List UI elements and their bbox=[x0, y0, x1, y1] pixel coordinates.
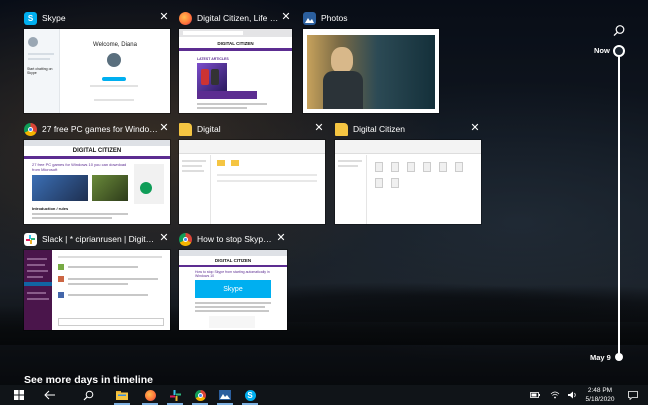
skype-button bbox=[102, 77, 126, 81]
sidebar-text: Start chatting on Skype bbox=[27, 67, 53, 75]
skype-icon: S bbox=[24, 11, 37, 25]
skype-banner: Skype bbox=[195, 280, 271, 298]
ad-box bbox=[209, 316, 255, 328]
close-button[interactable]: ✕ bbox=[158, 233, 170, 245]
close-button[interactable]: ✕ bbox=[313, 123, 325, 135]
window-thumbnail[interactable] bbox=[335, 140, 481, 224]
card-title: Digital bbox=[197, 124, 221, 134]
card-header: Slack | * ciprianrusen | Digital Citizen… bbox=[24, 230, 170, 248]
card-title: How to stop Skype from... bbox=[197, 234, 275, 244]
window-thumbnail[interactable]: Start chatting on Skype Welcome, Diana bbox=[24, 29, 170, 113]
article-image-2 bbox=[92, 175, 128, 201]
close-button[interactable]: ✕ bbox=[158, 12, 170, 24]
firefox-icon[interactable] bbox=[140, 385, 160, 405]
search-icon[interactable] bbox=[78, 385, 98, 405]
battery-icon[interactable] bbox=[528, 385, 542, 405]
close-button[interactable]: ✕ bbox=[280, 12, 292, 24]
folder-icon bbox=[335, 122, 348, 136]
section-label: LATEST ARTICLES bbox=[197, 57, 229, 61]
close-button[interactable]: ✕ bbox=[275, 233, 287, 245]
volume-icon[interactable] bbox=[566, 385, 580, 405]
timeline-date-label: May 9 bbox=[590, 353, 611, 362]
timeline-date-marker[interactable] bbox=[615, 353, 623, 361]
window-thumbnail[interactable]: DIGITAL CITIZEN How to stop Skype from s… bbox=[179, 250, 287, 330]
slack-icon bbox=[24, 232, 37, 246]
card-header: Digital ✕ bbox=[179, 120, 325, 138]
back-icon[interactable] bbox=[40, 385, 60, 405]
card-header: How to stop Skype from... ✕ bbox=[179, 230, 287, 248]
article-headline: How to stop Skype from starting automati… bbox=[195, 270, 270, 278]
card-title: 27 free PC games for Windows 10 you... bbox=[42, 124, 158, 134]
profile-avatar bbox=[107, 53, 121, 67]
chrome-icon bbox=[179, 232, 192, 246]
task-card-explorer-digital[interactable]: Digital ✕ bbox=[179, 120, 325, 224]
site-nav bbox=[179, 48, 292, 51]
windows-icon[interactable] bbox=[10, 385, 28, 405]
avatar bbox=[28, 37, 38, 47]
site-brand: DIGITAL CITIZEN bbox=[72, 148, 122, 154]
slack-icon[interactable] bbox=[165, 385, 185, 405]
window-thumbnail[interactable] bbox=[179, 140, 325, 224]
task-card-firefox[interactable]: Digital Citizen, Life in a dig... ✕ DIGI… bbox=[179, 9, 292, 113]
window-thumbnail[interactable] bbox=[303, 29, 439, 113]
photo-face bbox=[331, 47, 353, 73]
card-title: Digital Citizen, Life in a dig... bbox=[197, 13, 280, 23]
photos-icon bbox=[303, 11, 316, 25]
task-card-photos[interactable]: Photos ✕ bbox=[303, 9, 449, 113]
clock-time: 2:48 PM bbox=[587, 387, 613, 394]
timeline-now-label: Now bbox=[594, 46, 610, 55]
skype-banner-text: Skype bbox=[223, 285, 243, 293]
chrome-icon bbox=[24, 122, 37, 136]
task-card-chrome-skype-article[interactable]: How to stop Skype from... ✕ DIGITAL CITI… bbox=[179, 230, 287, 330]
photos-icon[interactable] bbox=[215, 385, 235, 405]
window-thumbnail[interactable] bbox=[24, 250, 170, 330]
card-title: Photos bbox=[321, 13, 348, 23]
card-title: Skype bbox=[42, 13, 66, 23]
slack-sidebar bbox=[24, 250, 52, 330]
chrome-icon[interactable] bbox=[190, 385, 210, 405]
ad-badge bbox=[140, 182, 152, 194]
taskbar-clock[interactable]: 2:48 PM 5/18/2020 bbox=[582, 386, 618, 404]
timeline-scrollbar[interactable] bbox=[618, 50, 620, 355]
message-box bbox=[58, 318, 164, 326]
close-button[interactable]: ✕ bbox=[158, 123, 170, 135]
photo-shoulders bbox=[323, 71, 363, 109]
article-headline: 27 free PC games for Windows 10 you can … bbox=[32, 162, 127, 172]
article-subhead: Introduction / rules bbox=[32, 206, 69, 211]
card-title: Digital Citizen bbox=[353, 124, 405, 134]
article-image bbox=[32, 175, 88, 201]
card-title: Slack | * ciprianrusen | Digital Citizen bbox=[42, 234, 158, 244]
task-card-explorer-digital-citizen[interactable]: Digital Citizen ✕ bbox=[335, 120, 481, 224]
task-card-chrome-games[interactable]: 27 free PC games for Windows 10 you... ✕… bbox=[24, 120, 170, 224]
clock-date: 5/18/2020 bbox=[585, 396, 615, 403]
card-header: 27 free PC games for Windows 10 you... ✕ bbox=[24, 120, 170, 138]
timeline-now-marker[interactable] bbox=[613, 45, 625, 57]
article-caption bbox=[197, 91, 257, 99]
card-header: S Skype ✕ bbox=[24, 9, 170, 27]
task-card-slack[interactable]: Slack | * ciprianrusen | Digital Citizen… bbox=[24, 230, 170, 330]
site-brand: DIGITAL CITIZEN bbox=[214, 258, 252, 263]
folder-icon bbox=[179, 122, 192, 136]
welcome-text: Welcome, Diana bbox=[93, 42, 137, 48]
notifications-icon[interactable] bbox=[626, 385, 640, 405]
firefox-icon bbox=[179, 11, 192, 25]
timeline-search-icon[interactable] bbox=[612, 24, 626, 38]
site-brand: DIGITAL CITIZEN bbox=[217, 41, 254, 46]
task-card-skype[interactable]: S Skype ✕ Start chatting on Skype Welcom… bbox=[24, 9, 170, 113]
skype-icon[interactable]: S bbox=[240, 385, 260, 405]
window-thumbnail[interactable]: DIGITAL CITIZEN LATEST ARTICLES bbox=[179, 29, 292, 113]
card-header: Digital Citizen ✕ bbox=[335, 120, 481, 138]
card-header: Photos ✕ bbox=[303, 9, 449, 27]
wifi-icon[interactable] bbox=[548, 385, 562, 405]
card-header: Digital Citizen, Life in a dig... ✕ bbox=[179, 9, 292, 27]
close-button[interactable]: ✕ bbox=[469, 123, 481, 135]
file-explorer-icon[interactable] bbox=[112, 385, 132, 405]
window-thumbnail[interactable]: DIGITAL CITIZEN 27 free PC games for Win… bbox=[24, 140, 170, 224]
